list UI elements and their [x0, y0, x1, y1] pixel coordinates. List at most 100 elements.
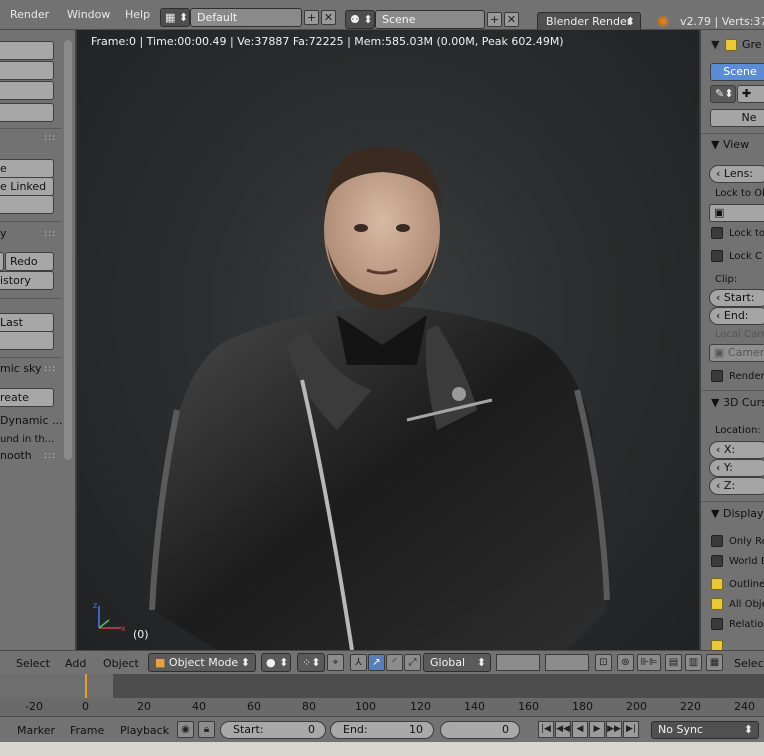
screen-layout-icon-button[interactable]: ▦ ⬍	[160, 8, 190, 27]
undo-button[interactable]	[0, 252, 4, 271]
menu-render[interactable]: Render	[10, 8, 49, 21]
snap-element-button[interactable]: ⊪⊫	[637, 654, 661, 671]
pivot-point-dropdown[interactable]: ⁘⬍	[297, 653, 325, 672]
tool-button-e-linked[interactable]: e Linked	[0, 177, 54, 196]
relationship-checkbox[interactable]	[711, 618, 723, 630]
timeline-area[interactable]: -20 0 20 40 60 80 100 120 140 160 180 20…	[0, 674, 764, 716]
play-button[interactable]: ▶	[589, 721, 605, 738]
add-layer-button[interactable]: ✚	[737, 85, 764, 103]
layer-buttons-group-2[interactable]	[545, 654, 589, 671]
lock-layers-button[interactable]: ⊡	[595, 654, 612, 671]
screen-layout-field[interactable]: Default	[190, 8, 302, 27]
menu-add[interactable]: Add	[65, 657, 86, 670]
new-button[interactable]: Ne	[710, 109, 764, 127]
grease-pencil-checkbox[interactable]	[725, 39, 737, 51]
camera-field[interactable]: ▣ Camera	[709, 344, 764, 362]
3d-viewport[interactable]: Frame:0 | Time:00:00.49 | Ve:37887 Fa:72…	[77, 30, 699, 650]
collapse-arrow-icon[interactable]: ▼	[711, 38, 719, 51]
history-panel-title[interactable]: y	[0, 227, 7, 240]
lock-camera-checkbox[interactable]	[711, 250, 723, 262]
menu-object[interactable]: Object	[103, 657, 139, 670]
display-panel-title[interactable]: ▼ Display	[711, 507, 764, 520]
grid-floor-checkbox[interactable]	[711, 640, 723, 650]
drag-handle-icon[interactable]: :::	[44, 229, 56, 239]
viewport-shading-dropdown[interactable]: ● ⬍	[261, 653, 291, 672]
menu-playback[interactable]: Playback	[120, 724, 169, 737]
clip-start-field[interactable]: ‹ Start:	[709, 289, 764, 307]
current-frame-cursor[interactable]	[85, 674, 87, 698]
dynamic-sky-panel-title[interactable]: mic sky	[0, 362, 42, 375]
menu-window[interactable]: Window	[67, 8, 110, 21]
tool-button-e[interactable]: e	[0, 159, 54, 178]
outline-checkbox[interactable]	[711, 578, 723, 590]
translate-manipulator-button[interactable]: ⅄	[350, 654, 367, 671]
add-scene-button[interactable]: +	[487, 12, 502, 27]
smooth-panel-title[interactable]: nooth	[0, 449, 32, 462]
proportional-edit-button[interactable]: ⊚	[617, 654, 634, 671]
tool-button-4[interactable]	[0, 103, 54, 122]
lock-object-field[interactable]: ▣	[709, 204, 764, 222]
add-layout-button[interactable]: +	[304, 10, 319, 25]
end-frame-field[interactable]: End: 10	[330, 721, 434, 739]
repeat-last-button[interactable]: Last	[0, 313, 54, 332]
only-render-checkbox[interactable]	[711, 535, 723, 547]
menu-help[interactable]: Help	[125, 8, 150, 21]
opengl-render-anim-button[interactable]: ▥	[685, 654, 702, 671]
tool-button-3[interactable]	[0, 81, 54, 100]
3d-cursor-panel-title[interactable]: ▼ 3D Curs	[711, 396, 764, 409]
world-background-checkbox[interactable]	[711, 555, 723, 567]
opengl-render-button[interactable]: ▤	[665, 654, 682, 671]
render-engine-dropdown[interactable]: Blender Render ⬍	[537, 12, 641, 31]
layer-buttons-group-1[interactable]	[496, 654, 540, 671]
menu-marker[interactable]: Marker	[17, 724, 55, 737]
redo-button[interactable]: Redo	[5, 252, 54, 271]
clip-end-field[interactable]: ‹ End:	[709, 307, 764, 325]
menu-select[interactable]: Select	[16, 657, 50, 670]
rotate-manipulator-button[interactable]: ◜	[386, 654, 403, 671]
pencil-tool-button[interactable]: ✎⬍	[710, 85, 736, 103]
grid-layer-button[interactable]: ▦	[706, 654, 723, 671]
remove-layout-button[interactable]: ✕	[321, 10, 336, 25]
jump-start-button[interactable]: |◀	[538, 721, 554, 738]
lock-to-checkbox[interactable]	[711, 227, 723, 239]
lock-range-button[interactable]: 🔒︎	[198, 721, 215, 738]
all-objects-checkbox[interactable]	[711, 598, 723, 610]
dynamic-sky-name[interactable]: Dynamic ...	[0, 414, 63, 427]
repeat-history-button[interactable]	[0, 331, 54, 350]
drag-handle-icon[interactable]: :::	[44, 451, 56, 461]
scene-field[interactable]: Scene	[375, 10, 485, 29]
drag-handle-icon[interactable]: :::	[44, 133, 56, 143]
view-panel-title[interactable]: ▼ View	[711, 138, 749, 151]
manipulator-toggle-button[interactable]: ⌖	[327, 654, 344, 671]
tool-button-2[interactable]	[0, 61, 54, 80]
cursor-x-field[interactable]: ‹ X:	[709, 441, 764, 459]
start-frame-field[interactable]: Start: 0	[220, 721, 326, 739]
auto-keying-button[interactable]: ◉	[177, 721, 194, 738]
interaction-mode-dropdown[interactable]: ■ Object Mode ⬍	[148, 653, 256, 672]
transform-orientation-dropdown[interactable]: Global ⬍	[423, 653, 491, 672]
play-reverse-button[interactable]: ◀	[572, 721, 588, 738]
right-select-menu[interactable]: Select	[734, 657, 764, 670]
tool-shelf-scrollbar[interactable]	[64, 40, 72, 460]
jump-end-button[interactable]: ▶|	[623, 721, 639, 738]
character-model[interactable]	[137, 130, 637, 650]
scene-tab-button[interactable]: Scene	[710, 63, 764, 81]
current-frame-field[interactable]: 0	[440, 721, 520, 739]
prev-keyframe-button[interactable]: ◀◀	[555, 721, 571, 738]
cursor-y-field[interactable]: ‹ Y:	[709, 459, 764, 477]
translate-arrow-button[interactable]: ↗	[368, 654, 385, 671]
cursor-z-field[interactable]: ‹ Z:	[709, 477, 764, 495]
drag-handle-icon[interactable]: :::	[44, 364, 56, 374]
undo-history-button[interactable]: istory	[0, 271, 54, 290]
menu-frame[interactable]: Frame	[70, 724, 104, 737]
tool-button-1[interactable]	[0, 41, 54, 60]
next-keyframe-button[interactable]: ▶▶	[606, 721, 622, 738]
sync-mode-dropdown[interactable]: No Sync ⬍	[651, 721, 759, 739]
render-border-checkbox[interactable]	[711, 370, 723, 382]
remove-scene-button[interactable]: ✕	[504, 12, 519, 27]
lens-field[interactable]: ‹ Lens:	[709, 165, 764, 183]
scale-manipulator-button[interactable]: ⤢	[404, 654, 421, 671]
create-button[interactable]: reate	[0, 388, 54, 407]
tool-button-blank[interactable]	[0, 195, 54, 214]
scene-icon-button[interactable]: ⚉ ⬍	[345, 10, 375, 29]
